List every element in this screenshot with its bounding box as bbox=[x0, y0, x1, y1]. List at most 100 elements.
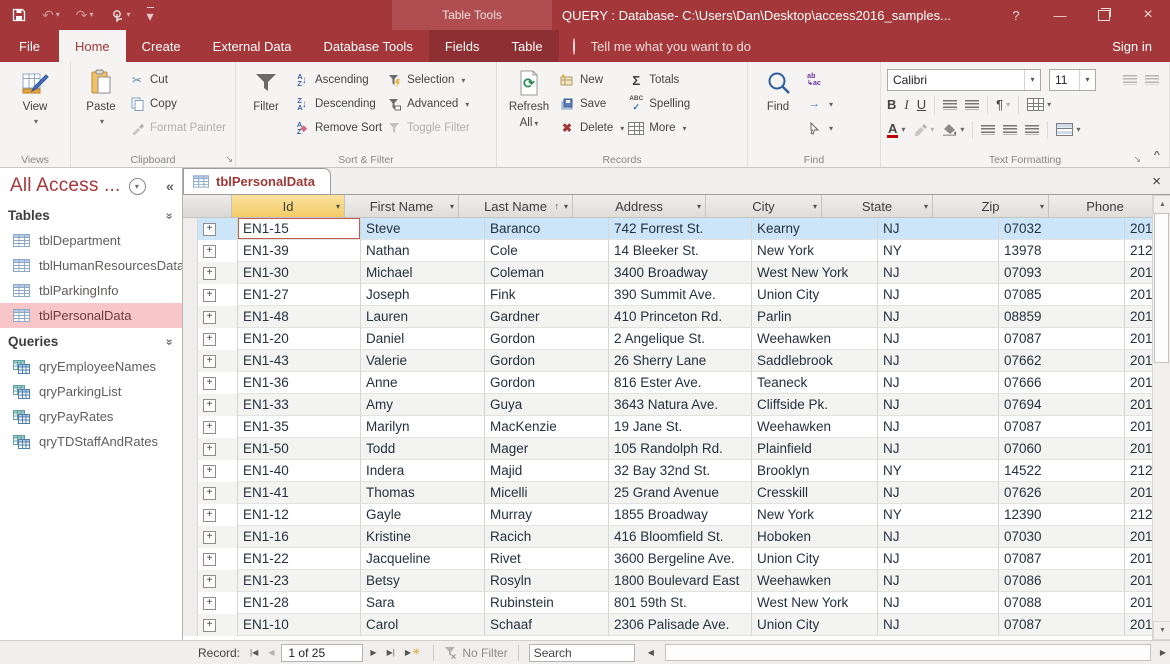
cell[interactable]: 13978 bbox=[999, 240, 1125, 262]
highlight-button[interactable]: ▾ bbox=[913, 123, 934, 136]
cell[interactable]: 07626 bbox=[999, 482, 1125, 504]
save-record-button[interactable]: Save bbox=[559, 94, 624, 114]
nav-item-qryParkingList[interactable]: qryParkingList bbox=[0, 379, 182, 404]
cell[interactable]: Gayle bbox=[361, 504, 485, 526]
cell[interactable]: 07030 bbox=[999, 526, 1125, 548]
nav-group-header-queries[interactable]: Queries« bbox=[0, 328, 182, 354]
cell[interactable]: 201-439-6620 bbox=[1125, 218, 1153, 240]
alternate-row-color-button[interactable]: ▾ bbox=[1056, 123, 1080, 136]
column-filter-dropdown-icon[interactable]: ▾ bbox=[336, 202, 340, 211]
align-right-button[interactable] bbox=[1025, 125, 1039, 135]
minimize-button[interactable]: — bbox=[1038, 0, 1082, 30]
save-icon[interactable] bbox=[12, 8, 26, 22]
dialog-launcher-icon[interactable]: ↘ bbox=[1133, 154, 1141, 165]
table-row[interactable]: +EN1-28SaraRubinstein801 59th St.West Ne… bbox=[183, 592, 1153, 614]
cell[interactable]: NJ bbox=[878, 482, 999, 504]
increase-indent-button[interactable] bbox=[943, 100, 957, 110]
expand-subdatasheet-button[interactable]: + bbox=[198, 262, 238, 284]
tab-table[interactable]: Table bbox=[496, 30, 559, 62]
cell[interactable]: Mager bbox=[485, 438, 609, 460]
cell[interactable]: EN1-27 bbox=[238, 284, 361, 306]
cell[interactable]: NJ bbox=[878, 438, 999, 460]
record-selector[interactable] bbox=[183, 570, 198, 592]
tab-home[interactable]: Home bbox=[59, 30, 126, 62]
record-selector[interactable] bbox=[183, 350, 198, 372]
table-row[interactable]: +EN1-23BetsyRosyln1800 Boulevard EastWee… bbox=[183, 570, 1153, 592]
close-button[interactable]: × bbox=[1126, 0, 1170, 30]
cell[interactable]: EN1-40 bbox=[238, 460, 361, 482]
cell[interactable]: Plainfield bbox=[752, 438, 878, 460]
cell[interactable]: 07086 bbox=[999, 570, 1125, 592]
cell[interactable]: EN1-43 bbox=[238, 350, 361, 372]
expand-subdatasheet-button[interactable]: + bbox=[198, 570, 238, 592]
cell[interactable]: 212-790-1253 bbox=[1125, 504, 1153, 526]
help-button[interactable]: ? bbox=[994, 0, 1038, 30]
cell[interactable]: 25 Grand Avenue bbox=[609, 482, 752, 504]
numbering-button[interactable] bbox=[1145, 75, 1159, 85]
nav-item-tblHumanResourcesData[interactable]: tblHumanResourcesData bbox=[0, 253, 182, 278]
tab-create[interactable]: Create bbox=[126, 30, 197, 62]
cell[interactable]: Rivet bbox=[485, 548, 609, 570]
nav-item-qryEmployeeNames[interactable]: qryEmployeeNames bbox=[0, 354, 182, 379]
cell[interactable]: EN1-50 bbox=[238, 438, 361, 460]
cell[interactable]: West New York bbox=[752, 592, 878, 614]
table-row[interactable]: +EN1-33AmyGuya3643 Natura Ave.Cliffside … bbox=[183, 394, 1153, 416]
record-selector[interactable] bbox=[183, 482, 198, 504]
restore-button[interactable] bbox=[1082, 0, 1126, 30]
expand-subdatasheet-button[interactable]: + bbox=[198, 592, 238, 614]
cell[interactable]: Nathan bbox=[361, 240, 485, 262]
cell[interactable]: 201-845-0101 bbox=[1125, 570, 1153, 592]
advanced-button[interactable]: Advanced▾ bbox=[386, 94, 470, 114]
expand-subdatasheet-button[interactable]: + bbox=[198, 526, 238, 548]
expand-subdatasheet-button[interactable]: + bbox=[198, 438, 238, 460]
record-position-box[interactable]: 1 of 25 bbox=[281, 644, 363, 662]
cell[interactable]: 19 Jane St. bbox=[609, 416, 752, 438]
cell[interactable]: 201-861-9900 bbox=[1125, 262, 1153, 284]
cell[interactable]: Betsy bbox=[361, 570, 485, 592]
expand-subdatasheet-button[interactable]: + bbox=[198, 372, 238, 394]
cell[interactable]: NJ bbox=[878, 416, 999, 438]
expand-subdatasheet-button[interactable]: + bbox=[198, 416, 238, 438]
expand-subdatasheet-button[interactable]: + bbox=[198, 504, 238, 526]
view-button[interactable]: View ▾ bbox=[11, 65, 59, 152]
cell[interactable]: Jacqueline bbox=[361, 548, 485, 570]
search-input[interactable] bbox=[529, 644, 635, 662]
cell[interactable]: EN1-23 bbox=[238, 570, 361, 592]
cell[interactable]: 201-865-9127 bbox=[1125, 328, 1153, 350]
cell[interactable]: Sara bbox=[361, 592, 485, 614]
column-filter-dropdown-icon[interactable]: ▾ bbox=[564, 202, 568, 211]
cell[interactable]: NY bbox=[878, 504, 999, 526]
cell[interactable]: 2306 Palisade Ave. bbox=[609, 614, 752, 636]
cell[interactable]: 07662 bbox=[999, 350, 1125, 372]
expand-subdatasheet-button[interactable]: + bbox=[198, 328, 238, 350]
filter-indicator[interactable]: No Filter bbox=[444, 646, 507, 660]
hscroll-right-icon[interactable]: ▶ bbox=[1157, 649, 1170, 657]
cell[interactable]: EN1-33 bbox=[238, 394, 361, 416]
cell[interactable]: 07087 bbox=[999, 416, 1125, 438]
cell[interactable]: Rosyln bbox=[485, 570, 609, 592]
cell[interactable]: Cresskill bbox=[752, 482, 878, 504]
column-header-phone[interactable]: Phone▾ bbox=[1049, 195, 1162, 218]
goto-button[interactable]: →▾ bbox=[806, 94, 833, 114]
cell[interactable]: 201-587-1934 bbox=[1125, 350, 1153, 372]
cell[interactable]: Anne bbox=[361, 372, 485, 394]
cell[interactable]: Cliffside Pk. bbox=[752, 394, 878, 416]
cell[interactable]: New York bbox=[752, 504, 878, 526]
cell[interactable]: Carol bbox=[361, 614, 485, 636]
cell[interactable]: MacKenzie bbox=[485, 416, 609, 438]
cell[interactable]: Fink bbox=[485, 284, 609, 306]
cell[interactable]: Cole bbox=[485, 240, 609, 262]
cell[interactable]: 201-867-8240 bbox=[1125, 548, 1153, 570]
paste-button[interactable]: Paste ▾ bbox=[77, 65, 125, 152]
table-row[interactable]: +EN1-16KristineRacich416 Bloomfield St.H… bbox=[183, 526, 1153, 548]
cell[interactable]: Valerie bbox=[361, 350, 485, 372]
sign-in-button[interactable]: Sign in bbox=[1094, 30, 1170, 62]
next-record-button[interactable]: ▶ bbox=[367, 649, 379, 657]
record-selector[interactable] bbox=[183, 372, 198, 394]
expand-subdatasheet-button[interactable]: + bbox=[198, 240, 238, 262]
font-name-combo[interactable]: Calibri▾ bbox=[887, 69, 1041, 91]
cell[interactable]: NJ bbox=[878, 394, 999, 416]
column-header-zip[interactable]: Zip▾ bbox=[933, 195, 1049, 218]
record-selector[interactable] bbox=[183, 306, 198, 328]
record-selector[interactable] bbox=[183, 614, 198, 636]
